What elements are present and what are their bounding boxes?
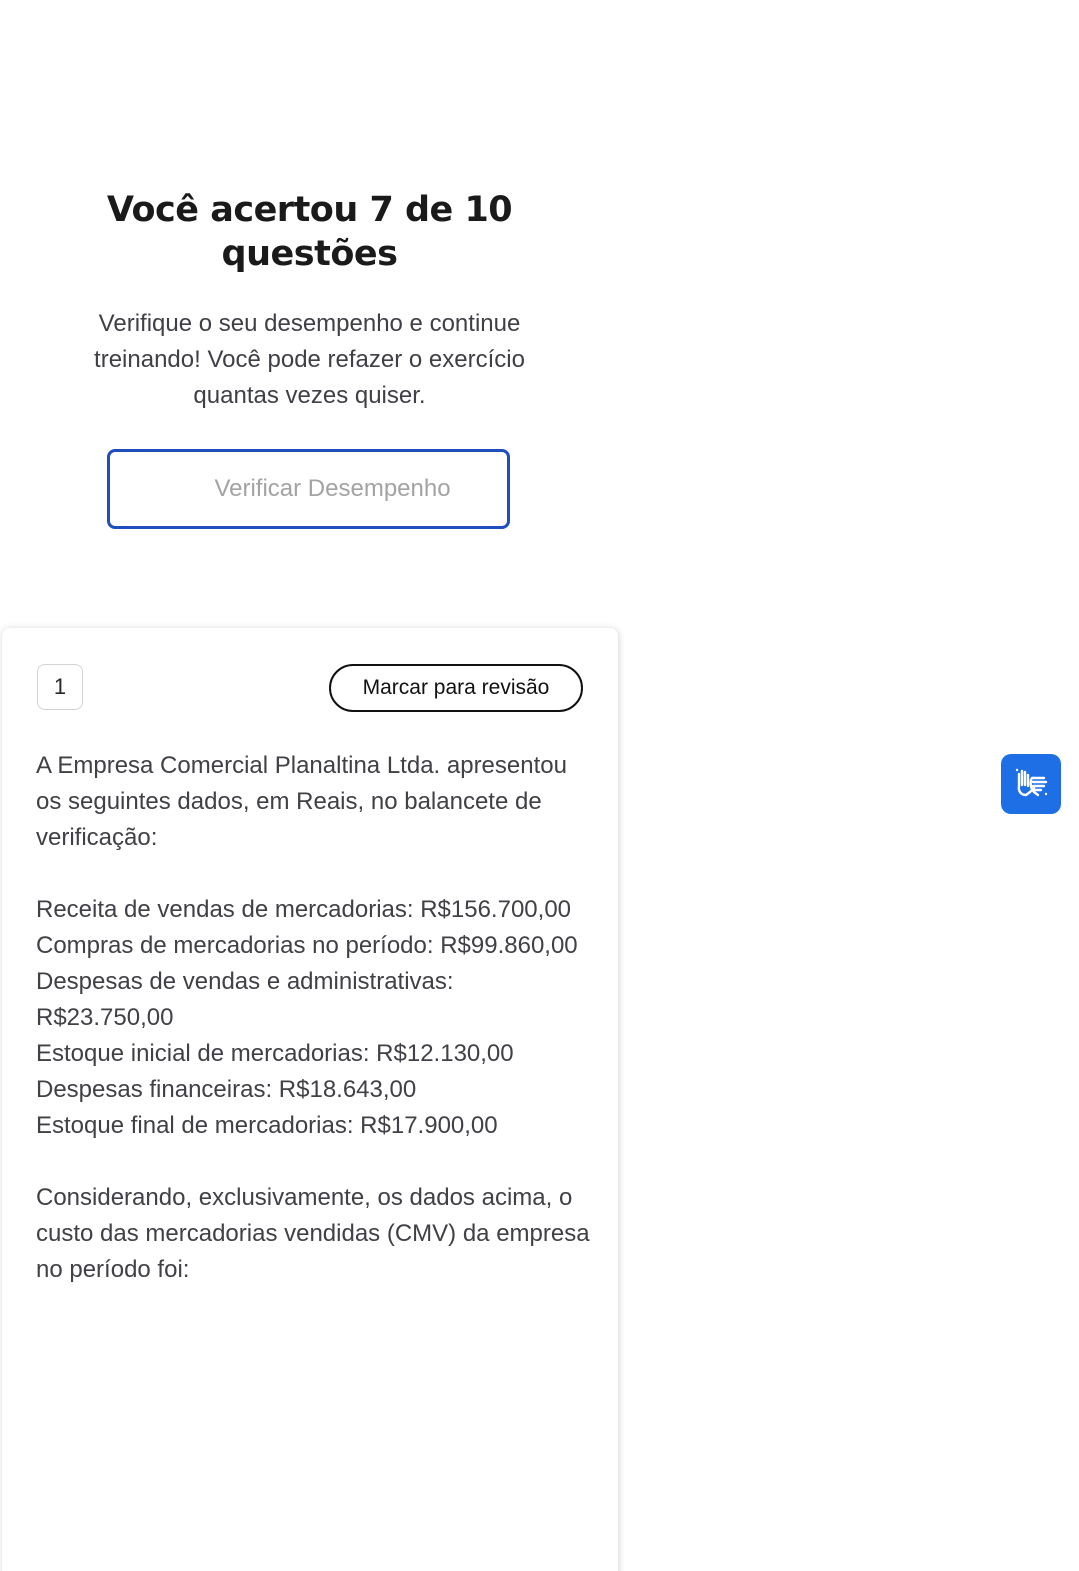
question-line: Despesas financeiras: R$18.643,00 [36,1076,417,1103]
question-statement: A Empresa Comercial Planaltina Ltda. apr… [36,748,596,1288]
result-title: Você acertou 7 de 10 questões [106,190,513,274]
page: Você acertou 7 de 10 questões Verifique … [0,0,1079,1571]
hand-sign-language-icon [1015,768,1048,797]
question-line: Considerando, exclusivamente, os dados a… [36,1184,590,1283]
result-subtitle: Verifique o seu desempenho e continue tr… [94,310,525,409]
question-line: Receita de vendas de mercadorias: R$156.… [36,896,572,923]
question-spacer [36,1144,596,1180]
result-section: Você acertou 7 de 10 questões Verifique … [0,188,619,529]
question-line: Estoque inicial de mercadorias: R$12.130… [36,1040,514,1067]
question-line: Estoque final de mercadorias: R$17.900,0… [36,1112,498,1139]
question-line: Despesas de vendas e administrativas: R$… [36,968,454,1031]
question-spacer [36,856,596,892]
mark-for-review-button[interactable]: Marcar para revisão [329,664,583,712]
question-line: A Empresa Comercial Planaltina Ltda. apr… [36,752,567,851]
verify-performance-button[interactable]: Verificar Desempenho [107,449,510,529]
question-number: 1 [37,664,83,710]
question-card: 1 Marcar para revisão A Empresa Comercia… [2,628,618,1571]
question-line: Compras de mercadorias no período: R$99.… [36,932,578,959]
sign-language-button[interactable] [1001,754,1061,814]
